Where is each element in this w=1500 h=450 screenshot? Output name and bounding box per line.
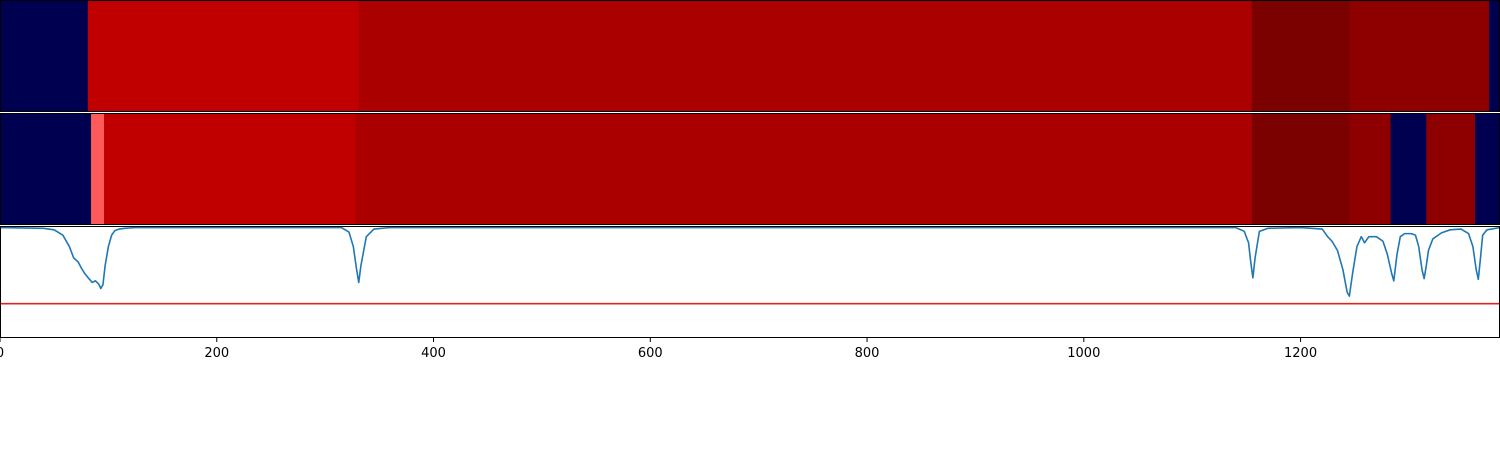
x-tick-label-0: 0 <box>0 346 4 361</box>
heatmap-strip-1 <box>0 0 1500 112</box>
x-tick-label-800: 800 <box>855 346 880 361</box>
heatmap-2-segment-5 <box>1349 113 1392 225</box>
heatmap-2-segment-3 <box>355 113 1253 225</box>
heatmap-1-segment-3 <box>1251 0 1350 112</box>
x-tick-label-600: 600 <box>638 346 663 361</box>
heatmap-1-segment-5 <box>1489 0 1500 112</box>
chart-figure: 0 200 400 600 800 1000 1200 <box>0 0 1500 361</box>
heatmap-2-segment-1 <box>91 113 105 225</box>
heatmap-1-segment-0 <box>0 0 89 112</box>
x-axis: 0 200 400 600 800 1000 1200 <box>0 338 1317 361</box>
heatmap-1-segment-4 <box>1349 0 1490 112</box>
heatmap-strip-2 <box>0 113 1500 225</box>
heatmap-2-segment-2 <box>104 113 356 225</box>
x-tick-label-1000: 1000 <box>1067 346 1100 361</box>
line-plot-area <box>0 226 1500 338</box>
x-tick-label-1200: 1200 <box>1284 346 1317 361</box>
x-tick-label-400: 400 <box>421 346 446 361</box>
heatmap-2-segment-7 <box>1426 113 1476 225</box>
heatmap-2-segment-0 <box>0 113 92 225</box>
heatmap-2-segment-4 <box>1251 113 1350 225</box>
heatmap-2-segment-8 <box>1475 113 1500 225</box>
heatmap-1-segment-1 <box>87 0 360 112</box>
x-tick-label-200: 200 <box>204 346 229 361</box>
heatmap-2-segment-6 <box>1390 113 1427 225</box>
heatmap-1-segment-2 <box>358 0 1253 112</box>
